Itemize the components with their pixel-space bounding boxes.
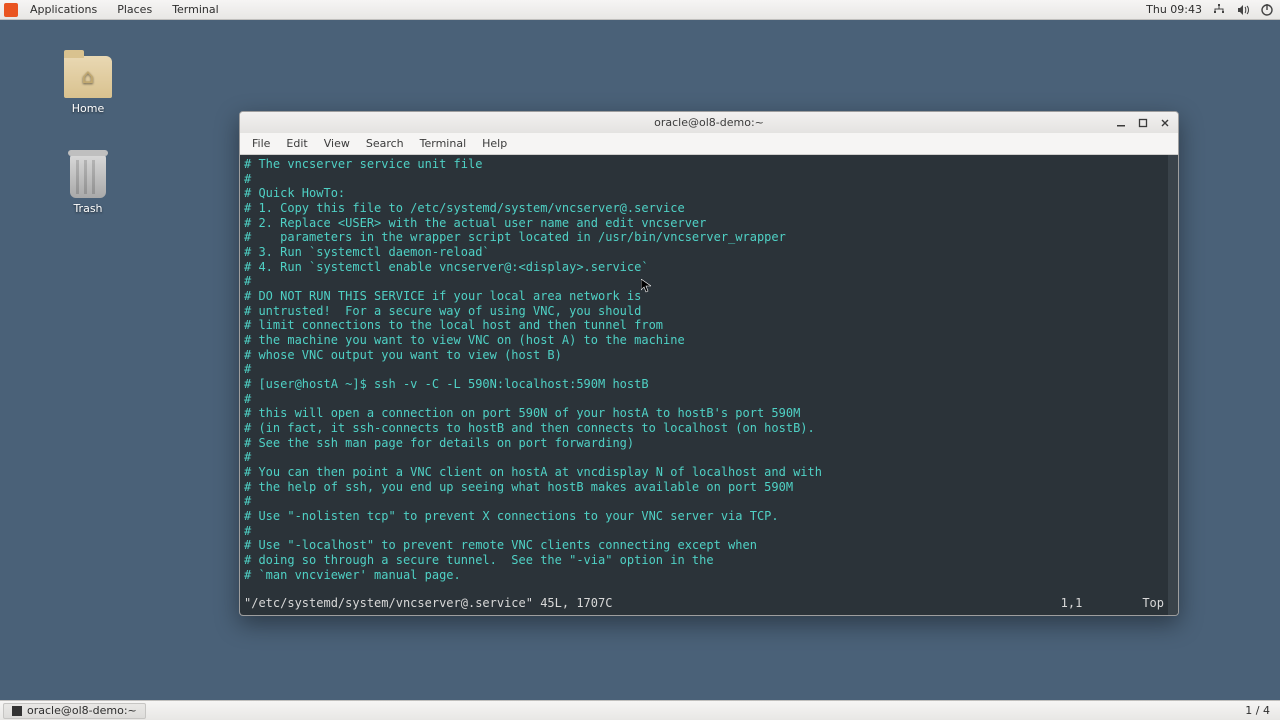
window-minimize-button[interactable] <box>1110 114 1132 132</box>
desktop-icon-label: Home <box>48 102 128 115</box>
window-titlebar[interactable]: oracle@ol8-demo:~ <box>240 112 1178 133</box>
window-menubar: File Edit View Search Terminal Help <box>240 133 1178 155</box>
terminal-window: oracle@ol8-demo:~ File Edit View Search … <box>239 111 1179 616</box>
clock[interactable]: Thu 09:43 <box>1146 3 1202 16</box>
vim-status-file: "/etc/systemd/system/vncserver@.service"… <box>244 596 612 611</box>
menu-places[interactable]: Places <box>107 3 162 16</box>
distro-logo-icon <box>4 3 18 17</box>
terminal-text: # The vncserver service unit file # # Qu… <box>240 155 1178 584</box>
window-title: oracle@ol8-demo:~ <box>240 116 1178 129</box>
power-icon[interactable] <box>1260 3 1274 17</box>
taskbar-entry-terminal[interactable]: oracle@ol8-demo:~ <box>3 703 146 719</box>
folder-home-icon <box>64 56 112 98</box>
menu-applications[interactable]: Applications <box>20 3 107 16</box>
bottom-taskbar: oracle@ol8-demo:~ 1 / 4 <box>0 700 1280 720</box>
top-panel: Applications Places Terminal Thu 09:43 <box>0 0 1280 20</box>
volume-icon[interactable] <box>1236 3 1250 17</box>
workspace-indicator[interactable]: 1 / 4 <box>1235 704 1280 717</box>
desktop-icon-home[interactable]: Home <box>48 56 128 115</box>
menu-edit[interactable]: Edit <box>278 137 315 150</box>
menu-search[interactable]: Search <box>358 137 412 150</box>
terminal-scrollbar[interactable] <box>1168 155 1178 615</box>
terminal-icon <box>12 706 22 716</box>
trash-icon <box>70 154 106 198</box>
terminal-viewport[interactable]: # The vncserver service unit file # # Qu… <box>240 155 1178 615</box>
menu-view[interactable]: View <box>316 137 358 150</box>
menu-file[interactable]: File <box>244 137 278 150</box>
menu-terminal[interactable]: Terminal <box>412 137 475 150</box>
window-close-button[interactable] <box>1154 114 1176 132</box>
desktop-icon-label: Trash <box>48 202 128 215</box>
window-maximize-button[interactable] <box>1132 114 1154 132</box>
menu-terminal[interactable]: Terminal <box>162 3 229 16</box>
menu-help[interactable]: Help <box>474 137 515 150</box>
vim-status-line: "/etc/systemd/system/vncserver@.service"… <box>240 584 1178 615</box>
taskbar-entry-label: oracle@ol8-demo:~ <box>27 704 137 717</box>
vim-status-position: 1,1 <box>1061 596 1143 611</box>
network-icon[interactable] <box>1212 3 1226 17</box>
desktop-icon-trash[interactable]: Trash <box>48 154 128 215</box>
